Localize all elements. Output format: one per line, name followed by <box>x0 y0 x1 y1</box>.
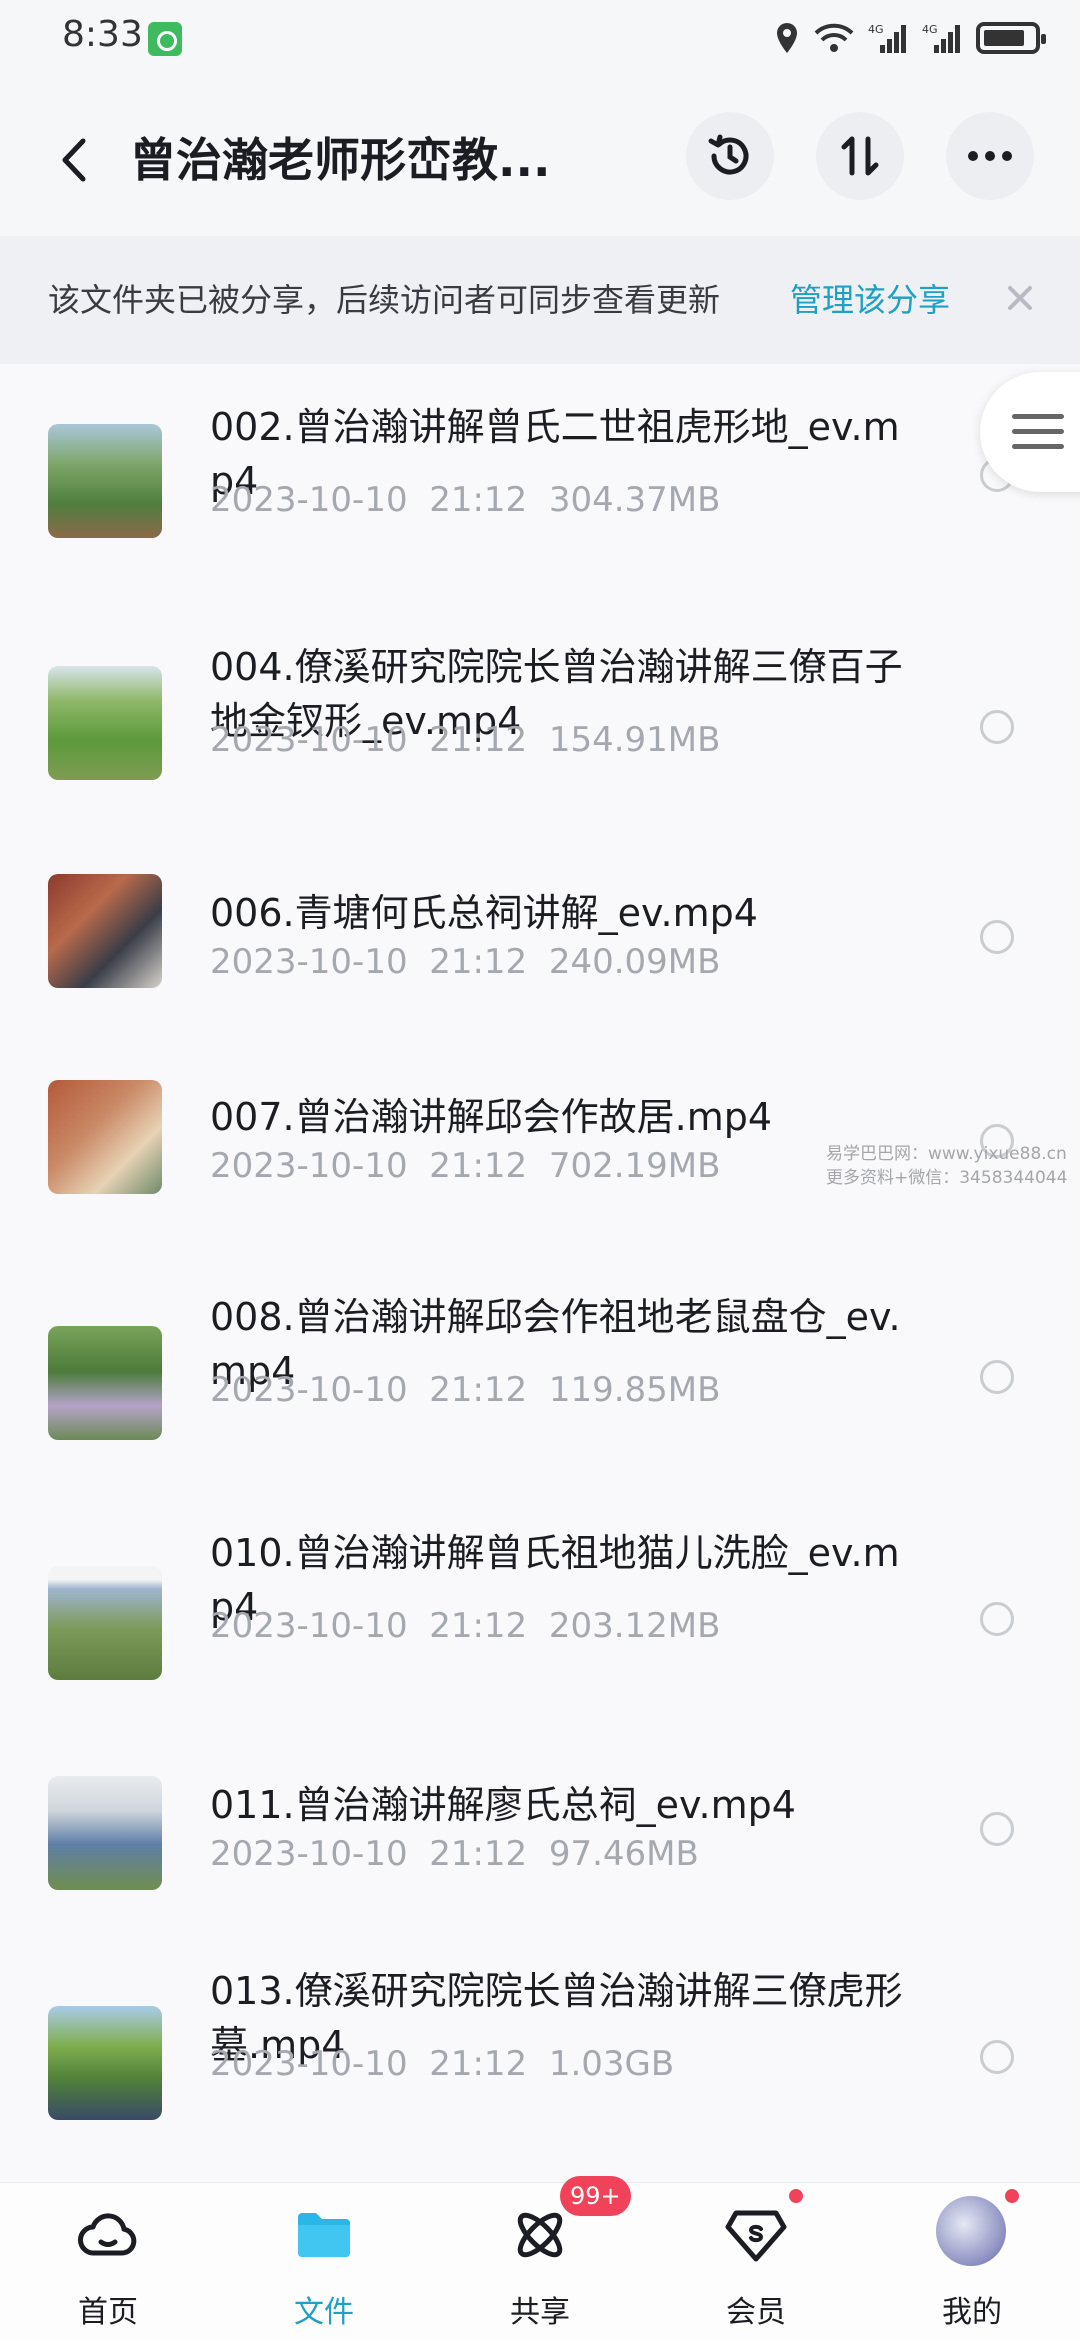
select-radio[interactable] <box>980 920 1014 954</box>
close-icon[interactable] <box>998 276 1042 320</box>
file-meta: 2023-10-10 21:12 1.03GB <box>210 2044 674 2084</box>
list-item[interactable]: 002.曾治瀚讲解曾氏二世祖虎形地_ev.mp4 2023-10-10 21:1… <box>0 364 1080 606</box>
tab-files-label: 文件 <box>294 2295 354 2330</box>
back-icon <box>62 138 86 182</box>
file-size: 304.37MB <box>548 480 721 520</box>
list-item[interactable]: 007.曾治瀚讲解邱会作故居.mp4 2023-10-10 21:12 702.… <box>0 1018 1080 1226</box>
cell-signal-icon: 4G <box>868 23 906 53</box>
folder-icon <box>298 2213 350 2257</box>
file-date: 2023-10-10 21:12 <box>210 1146 528 1186</box>
file-name: 011.曾治瀚讲解廖氏总祠_ev.mp4 <box>210 1783 796 1827</box>
back-button[interactable] <box>44 125 104 195</box>
select-radio[interactable] <box>980 2040 1014 2074</box>
video-thumbnail <box>48 666 162 780</box>
more-button[interactable] <box>946 112 1034 200</box>
sort-button[interactable] <box>816 112 904 200</box>
vip-diamond-icon <box>725 2210 787 2262</box>
wifi-icon <box>814 23 854 52</box>
bottom-tab-bar: 首页 文件 共享 会员 我的 <box>0 2182 1080 2340</box>
list-item[interactable]: 004.僚溪研究院院长曾治瀚讲解三僚百子地金钗形_ev.mp4 2023-10-… <box>0 606 1080 814</box>
video-thumbnail <box>48 2006 162 2120</box>
battery-icon <box>976 22 1046 54</box>
list-item[interactable]: 011.曾治瀚讲解廖氏总祠_ev.mp4 2023-10-10 21:12 97… <box>0 1706 1080 1906</box>
watermark-line-2: 更多资料+微信：3458344044 <box>826 1168 1068 1188</box>
file-meta: 2023-10-10 21:12 119.85MB <box>210 1370 720 1410</box>
status-bar: 8:33 4G 4G <box>0 0 1080 80</box>
file-size: 97.46MB <box>548 1834 699 1874</box>
file-date: 2023-10-10 21:12 <box>210 720 528 760</box>
status-time: 8:33 <box>62 14 143 55</box>
list-item[interactable]: 013.僚溪研究院院长曾治瀚讲解三僚虎形墓.mp4 2023-10-10 21:… <box>0 1906 1080 2182</box>
select-radio[interactable] <box>980 1360 1014 1394</box>
file-meta: 2023-10-10 21:12 154.91MB <box>210 720 720 760</box>
video-thumbnail <box>48 1326 162 1440</box>
app-notification-icon <box>148 22 182 56</box>
select-radio[interactable] <box>980 710 1014 744</box>
file-list: 002.曾治瀚讲解曾氏二世祖虎形地_ev.mp4 2023-10-10 21:1… <box>0 364 1080 2182</box>
file-size: 240.09MB <box>548 942 721 982</box>
file-date: 2023-10-10 21:12 <box>210 942 528 982</box>
file-date: 2023-10-10 21:12 <box>210 1834 528 1874</box>
list-item[interactable]: 006.青塘何氏总祠讲解_ev.mp4 2023-10-10 21:12 240… <box>0 814 1080 1018</box>
tab-me-label: 我的 <box>942 2295 1002 2330</box>
file-size: 154.91MB <box>548 720 721 760</box>
tab-home[interactable]: 首页 <box>0 2183 216 2340</box>
file-name: 007.曾治瀚讲解邱会作故居.mp4 <box>210 1095 773 1139</box>
tab-share-label: 共享 <box>510 2295 570 2330</box>
list-item[interactable]: 008.曾治瀚讲解邱会作祖地老鼠盘仓_ev.mp4 2023-10-10 21:… <box>0 1226 1080 1466</box>
menu-icon <box>1012 414 1064 459</box>
sort-icon <box>841 136 879 176</box>
top-app-bar: 曾治瀚老师形峦教... <box>0 100 1080 220</box>
manage-share-link[interactable]: 管理该分享 <box>790 278 950 322</box>
file-size: 702.19MB <box>548 1146 721 1186</box>
file-meta: 2023-10-10 21:12 203.12MB <box>210 1606 720 1646</box>
file-size: 119.85MB <box>548 1370 721 1410</box>
file-meta: 2023-10-10 21:12 304.37MB <box>210 480 720 520</box>
watermark: 易学巴巴网：www.yixue88.cn 更多资料+微信：3458344044 <box>826 1142 1080 1190</box>
file-date: 2023-10-10 21:12 <box>210 2044 528 2084</box>
file-name: 006.青塘何氏总祠讲解_ev.mp4 <box>210 891 758 935</box>
tab-vip-label: 会员 <box>726 2295 786 2330</box>
page-title: 曾治瀚老师形峦教... <box>130 133 551 187</box>
share-banner-text: 该文件夹已被分享，后续访问者可同步查看更新 <box>48 281 721 319</box>
video-thumbnail <box>48 1080 162 1194</box>
avatar[interactable] <box>936 2196 1006 2266</box>
watermark-line-1: 易学巴巴网：www.yixue88.cn <box>826 1144 1067 1164</box>
file-meta: 2023-10-10 21:12 240.09MB <box>210 942 720 982</box>
history-icon <box>708 134 749 175</box>
file-size: 1.03GB <box>548 2044 675 2084</box>
select-radio[interactable] <box>980 1812 1014 1846</box>
list-item[interactable]: 010.曾治瀚讲解曾氏祖地猫儿洗脸_ev.mp4 2023-10-10 21:1… <box>0 1466 1080 1706</box>
file-meta: 2023-10-10 21:12 97.46MB <box>210 1834 699 1874</box>
file-date: 2023-10-10 21:12 <box>210 1370 528 1410</box>
tab-home-label: 首页 <box>78 2295 138 2330</box>
status-indicators: 4G 4G <box>774 18 1046 58</box>
location-icon <box>777 23 797 53</box>
vip-notification-dot <box>786 2186 806 2206</box>
share-orbit-icon <box>517 2212 563 2258</box>
select-radio[interactable] <box>980 1602 1014 1636</box>
file-meta: 2023-10-10 21:12 702.19MB <box>210 1146 720 1186</box>
tab-vip[interactable]: 会员 <box>648 2183 864 2340</box>
me-notification-dot <box>1002 2186 1022 2206</box>
file-date: 2023-10-10 21:12 <box>210 1606 528 1646</box>
video-thumbnail <box>48 424 162 538</box>
network-label-2: 4G <box>922 23 938 36</box>
share-banner: 该文件夹已被分享，后续访问者可同步查看更新 管理该分享 <box>0 236 1080 364</box>
video-thumbnail <box>48 1566 162 1680</box>
video-thumbnail <box>48 1776 162 1890</box>
file-size: 203.12MB <box>548 1606 721 1646</box>
tab-files[interactable]: 文件 <box>216 2183 432 2340</box>
more-icon <box>968 151 1012 161</box>
network-label-1: 4G <box>868 23 884 36</box>
cloud-icon <box>78 2213 137 2256</box>
cell-signal-icon-2: 4G <box>922 23 960 53</box>
share-badge: 99+ <box>560 2176 631 2216</box>
history-button[interactable] <box>686 112 774 200</box>
file-date: 2023-10-10 21:12 <box>210 480 528 520</box>
video-thumbnail <box>48 874 162 988</box>
